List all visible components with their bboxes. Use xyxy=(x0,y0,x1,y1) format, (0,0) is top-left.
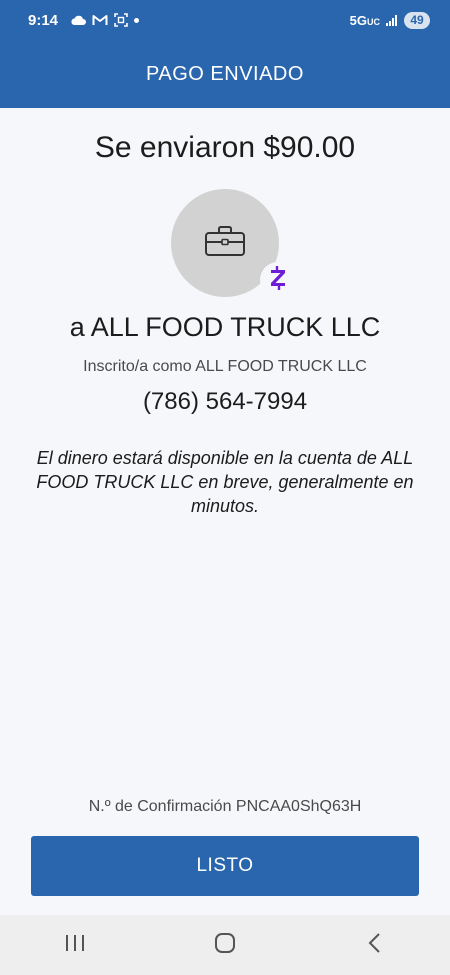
app-header: PAGO ENVIADO xyxy=(0,40,450,108)
cloud-icon xyxy=(70,15,87,26)
network-sub: UC xyxy=(367,16,380,27)
page-title: PAGO ENVIADO xyxy=(146,62,304,85)
enrolled-as-text: Inscrito/a como ALL FOOD TRUCK LLC xyxy=(83,358,367,375)
more-notifications-dot xyxy=(134,17,140,23)
home-button[interactable] xyxy=(195,920,255,970)
status-left: 9:14 xyxy=(28,11,140,29)
briefcase-icon xyxy=(204,225,246,262)
amount-sent-heading: Se enviaron $90.00 xyxy=(94,131,356,164)
network-label: 5G xyxy=(349,12,367,28)
system-nav-bar xyxy=(0,915,450,975)
back-button[interactable] xyxy=(345,920,405,970)
availability-info: El dinero estará disponible en la cuenta… xyxy=(36,448,414,516)
signal-icon xyxy=(386,14,398,26)
back-icon xyxy=(367,932,383,959)
gmail-icon xyxy=(92,14,108,26)
network-type: 5GUC xyxy=(350,13,380,28)
zelle-logo-icon xyxy=(268,265,288,296)
screen: 9:14 5GUC 49 PAGO ENVIADO Se enviaron $9… xyxy=(0,0,450,975)
screenshot-icon xyxy=(114,13,128,27)
done-button[interactable]: LISTO xyxy=(31,836,419,896)
recent-apps-icon xyxy=(64,933,86,958)
status-bar: 9:14 5GUC 49 xyxy=(0,0,450,40)
notification-icons xyxy=(70,13,140,27)
status-time: 9:14 xyxy=(28,11,59,29)
battery-indicator: 49 xyxy=(404,11,430,29)
recent-apps-button[interactable] xyxy=(45,920,105,970)
recipient-phone: (786) 564-7994 xyxy=(142,388,308,415)
recipient-name: a ALL FOOD TRUCK LLC xyxy=(69,312,381,342)
status-right: 5GUC 49 xyxy=(350,11,430,29)
home-icon xyxy=(213,931,237,960)
zelle-badge xyxy=(260,262,296,298)
confirmation-number: N.º de Confirmación PNCAA0ShQ63H xyxy=(88,798,362,815)
